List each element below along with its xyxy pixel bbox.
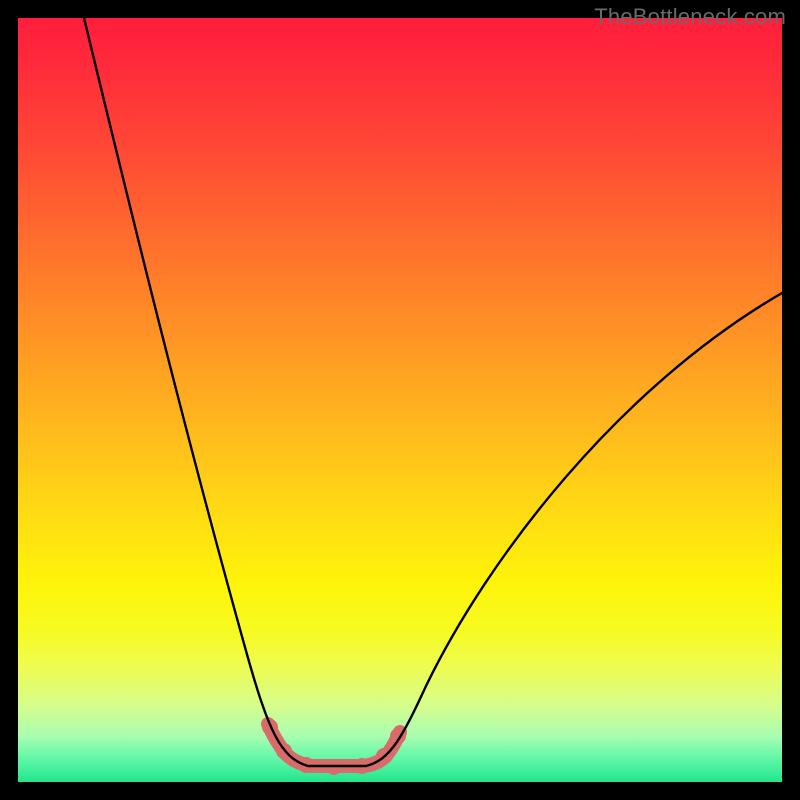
chart-frame: TheBottleneck.com — [0, 0, 800, 800]
curve-layer — [18, 18, 782, 782]
plot-area — [18, 18, 782, 782]
watermark-text: TheBottleneck.com — [594, 4, 786, 30]
bottleneck-curve — [84, 18, 782, 766]
